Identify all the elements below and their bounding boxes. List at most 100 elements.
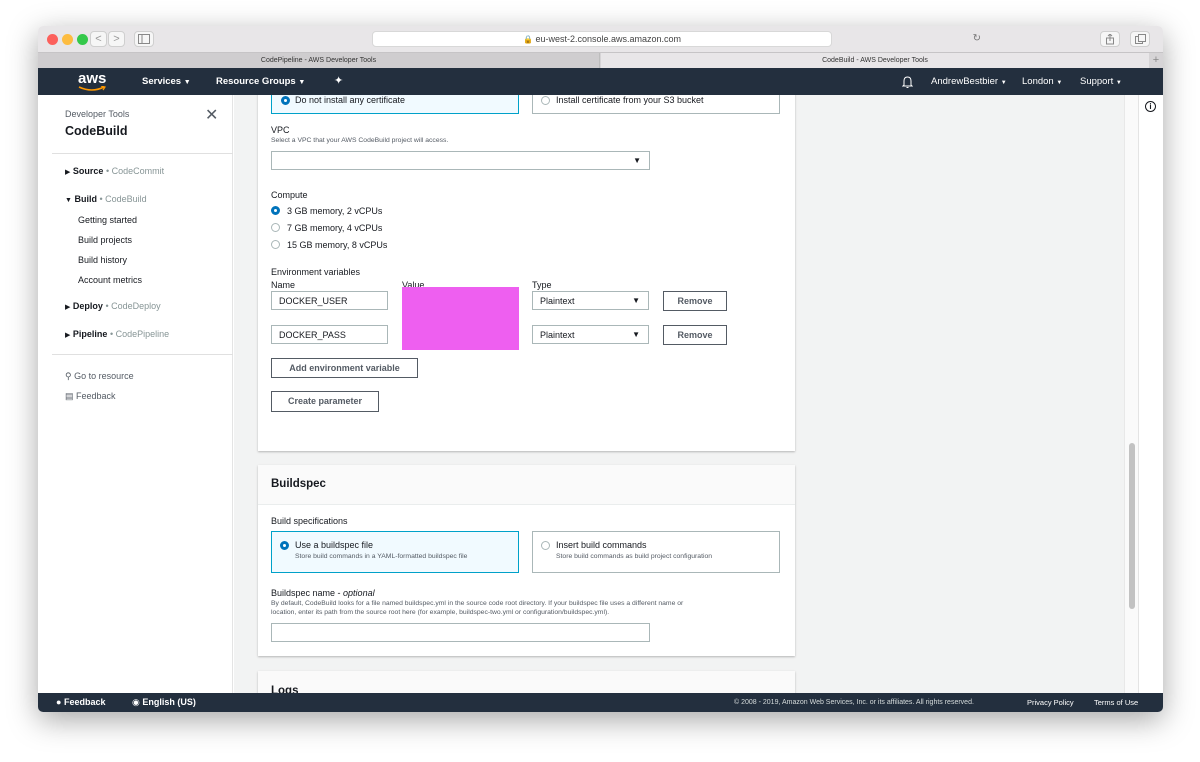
feedback-link[interactable]: ▤ Feedback — [65, 391, 116, 402]
env-name-input-1[interactable]: DOCKER_PASS — [271, 325, 388, 344]
divider — [52, 153, 233, 154]
maximize-window-icon[interactable] — [77, 34, 88, 45]
caret-right-icon: ▶ — [65, 304, 71, 311]
support-menu[interactable]: Support ▼ — [1080, 68, 1122, 97]
redacted-values-block — [402, 287, 519, 350]
scrollbar-thumb[interactable] — [1129, 443, 1135, 609]
buildspec-option-file[interactable]: Use a buildspec file Store build command… — [271, 531, 519, 573]
logs-panel-header: Logs — [258, 671, 795, 693]
env-name-input-0[interactable]: DOCKER_USER — [271, 291, 388, 310]
env-type-value: Plaintext — [540, 296, 575, 306]
vpc-help-text: Select a VPC that your AWS CodeBuild pro… — [271, 137, 449, 144]
col-type-header: Type — [532, 280, 552, 290]
environment-panel: Do not install any certificate Install c… — [258, 95, 795, 451]
radio-selected[interactable] — [280, 541, 289, 550]
tab-codebuild[interactable]: CodeBuild - AWS Developer Tools — [601, 53, 1149, 69]
back-button[interactable]: < — [90, 31, 107, 47]
caret-down-icon: ▼ — [633, 156, 641, 165]
close-window-icon[interactable] — [47, 34, 58, 45]
sidebar-item-build-projects[interactable]: Build projects — [78, 235, 132, 245]
user-menu[interactable]: AndrewBestbier ▼ — [931, 68, 1007, 97]
copyright-text: © 2008 - 2019, Amazon Web Services, Inc.… — [734, 699, 974, 706]
sidebar-item-build-history[interactable]: Build history — [78, 255, 127, 265]
privacy-policy-link[interactable]: Privacy Policy — [1027, 693, 1074, 712]
build-specs-label: Build specifications — [271, 516, 348, 526]
pin-icon[interactable]: ✦ — [334, 68, 343, 95]
sidebar-group-build[interactable]: ▼ Build • CodeBuild — [65, 194, 147, 204]
remove-button-0[interactable]: Remove — [663, 291, 727, 311]
sidebar-group-service: • CodeCommit — [105, 166, 165, 176]
bell-icon[interactable] — [902, 75, 913, 89]
tabs-overview-icon[interactable] — [1130, 31, 1150, 47]
info-icon[interactable]: i — [1145, 101, 1156, 112]
col-name-header: Name — [271, 280, 296, 290]
sidebar-group-deploy[interactable]: ▶ Deploy • CodeDeploy — [65, 301, 161, 311]
cert-option-none[interactable]: Do not install any certificate — [271, 95, 519, 114]
search-icon: ⚲ — [65, 371, 72, 381]
sidebar-group-label: Deploy — [72, 301, 103, 311]
env-type-select-1[interactable]: Plaintext ▼ — [532, 325, 649, 344]
compute-option-label: 7 GB memory, 4 vCPUs — [287, 223, 383, 233]
resource-groups-label: Resource Groups — [216, 76, 296, 87]
compute-option-label: 3 GB memory, 2 vCPUs — [287, 206, 383, 216]
tab-bar: CodePipeline - AWS Developer Tools CodeB… — [38, 52, 1163, 69]
cert-option-s3[interactable]: Install certificate from your S3 bucket — [532, 95, 780, 114]
aws-top-nav: aws Services ▼ Resource Groups ▼ ✦ Andre… — [38, 68, 1163, 95]
option-desc: Store build commands in a YAML-formatted… — [295, 553, 468, 560]
buildspec-panel-header: Buildspec — [258, 465, 795, 505]
address-bar[interactable]: 🔒 eu-west-2.console.aws.amazon.com ↻ — [372, 31, 981, 47]
cert-option-s3-label: Install certificate from your S3 bucket — [556, 95, 704, 105]
remove-button-1[interactable]: Remove — [663, 325, 727, 345]
vpc-label: VPC — [271, 125, 290, 135]
services-menu[interactable]: Services ▼ — [142, 68, 191, 96]
buildspec-name-input[interactable] — [271, 623, 650, 642]
region-menu[interactable]: London ▼ — [1022, 68, 1062, 97]
terms-of-use-link[interactable]: Terms of Use — [1094, 693, 1138, 712]
compute-radio-2[interactable] — [271, 240, 280, 249]
close-icon[interactable]: ✕ — [205, 105, 218, 125]
buildspec-help-line-1: By default, CodeBuild looks for a file n… — [271, 600, 684, 607]
vpc-select[interactable]: ▼ — [271, 151, 650, 170]
caret-down-icon: ▼ — [632, 296, 640, 305]
logs-title: Logs — [271, 685, 299, 693]
resource-groups-menu[interactable]: Resource Groups ▼ — [216, 68, 305, 96]
sidebar-group-source[interactable]: ▶ Source • CodeCommit — [65, 166, 164, 176]
new-tab-button[interactable]: + — [1149, 53, 1163, 69]
compute-radio-1[interactable] — [271, 223, 280, 232]
share-icon[interactable] — [1100, 31, 1120, 47]
radio-selected[interactable] — [281, 96, 290, 105]
create-parameter-button[interactable]: Create parameter — [271, 391, 379, 412]
sidebar-item-getting-started[interactable]: Getting started — [78, 215, 137, 225]
sidebar-group-pipeline[interactable]: ▶ Pipeline • CodePipeline — [65, 329, 169, 339]
sidebar-toggle-icon[interactable] — [134, 31, 154, 47]
radio-unselected[interactable] — [541, 96, 550, 105]
sidebar-title: CodeBuild — [65, 124, 128, 138]
sidebar-group-service: • CodePipeline — [109, 329, 170, 339]
footer-language[interactable]: ◉ English (US) — [132, 693, 196, 712]
sidebar-item-account-metrics[interactable]: Account metrics — [78, 275, 142, 285]
logs-panel: Logs — [258, 671, 795, 693]
add-env-var-button[interactable]: Add environment variable — [271, 358, 418, 378]
support-label: Support — [1080, 76, 1114, 87]
sidebar-group-label: Pipeline — [72, 329, 108, 339]
env-vars-label: Environment variables — [271, 267, 361, 277]
reload-icon[interactable]: ↻ — [973, 32, 981, 46]
buildspec-panel: Buildspec Build specifications Use a bui… — [258, 465, 795, 656]
optional-text: optional — [343, 588, 375, 598]
scrollbar[interactable] — [1124, 95, 1138, 693]
go-to-resource-link[interactable]: ⚲ Go to resource — [65, 371, 134, 382]
footer: ● Feedback ◉ English (US) © 2008 - 2019,… — [38, 693, 1163, 712]
forward-button[interactable]: > — [108, 31, 125, 47]
compute-radio-0[interactable] — [271, 206, 280, 215]
tab-codepipeline[interactable]: CodePipeline - AWS Developer Tools — [38, 53, 600, 69]
buildspec-option-commands[interactable]: Insert build commands Store build comman… — [532, 531, 780, 573]
footer-feedback[interactable]: ● Feedback — [56, 693, 105, 712]
env-type-select-0[interactable]: Plaintext ▼ — [532, 291, 649, 310]
browser-titlebar: < > 🔒 eu-west-2.console.aws.amazon.com ↻ — [38, 26, 1163, 52]
chevron-down-icon: ▼ — [1000, 80, 1007, 86]
sidebar-section-label[interactable]: Developer Tools — [65, 109, 129, 119]
chevron-down-icon: ▼ — [298, 79, 306, 86]
feedback-icon: ▤ — [65, 391, 74, 401]
minimize-window-icon[interactable] — [62, 34, 73, 45]
radio-unselected[interactable] — [541, 541, 550, 550]
